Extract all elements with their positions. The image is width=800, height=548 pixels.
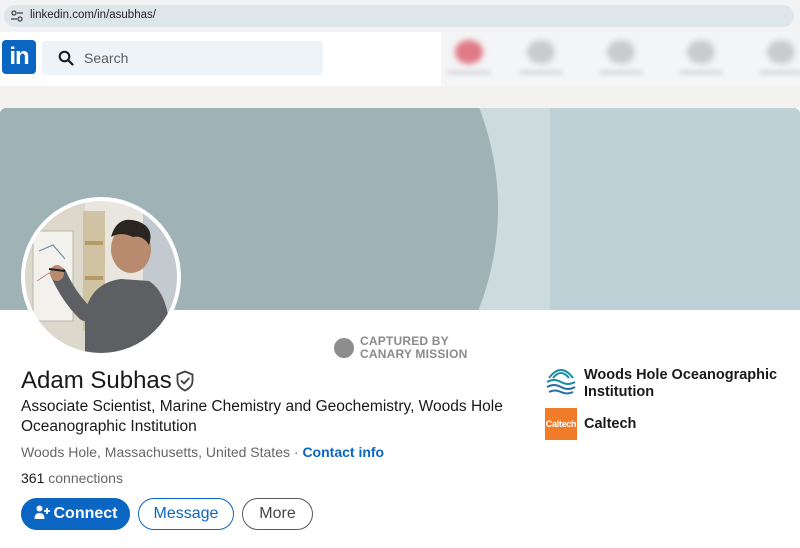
blurred-nav-icon	[687, 40, 715, 64]
blurred-nav-icon	[767, 40, 795, 64]
contact-info-link[interactable]: Contact info	[302, 444, 384, 460]
org-name: Woods Hole Oceanographic Institution	[584, 367, 778, 400]
search-placeholder: Search	[84, 50, 129, 66]
connect-button[interactable]: Connect	[21, 498, 130, 530]
search-icon	[58, 50, 74, 66]
linkedin-logo[interactable]: in	[2, 40, 36, 74]
page-background	[0, 86, 800, 108]
blurred-nav-icon	[527, 40, 555, 64]
blurred-nav-icon	[607, 40, 635, 64]
separator: ·	[289, 444, 303, 460]
watermark-text: CAPTURED BY CANARY MISSION	[360, 335, 467, 361]
message-button[interactable]: Message	[138, 498, 234, 530]
top-navigation: in Search	[0, 32, 800, 86]
verified-shield-icon[interactable]	[175, 370, 195, 392]
profile-photo[interactable]	[21, 197, 181, 357]
connections-number: 361	[21, 470, 45, 486]
blurred-nav-label	[679, 70, 723, 75]
blurred-nav-items	[441, 32, 800, 86]
blurred-nav-label	[447, 70, 491, 75]
connections-count[interactable]: 361 connections	[21, 470, 123, 486]
blurred-nav-label	[599, 70, 643, 75]
blurred-nav-label	[759, 70, 800, 75]
blurred-nav-label	[519, 70, 563, 75]
cover-shape	[550, 108, 800, 310]
url-text[interactable]: linkedin.com/in/asubhas/	[30, 9, 156, 21]
connect-label: Connect	[53, 505, 118, 522]
site-settings-icon[interactable]	[10, 9, 24, 23]
connections-label: connections	[44, 470, 123, 486]
profile-location: Woods Hole, Massachusetts, United States	[21, 444, 290, 460]
add-person-icon	[34, 505, 50, 520]
person-photo-illustration	[25, 201, 177, 353]
profile-headline: Associate Scientist, Marine Chemistry an…	[21, 398, 503, 435]
canary-bird-icon	[334, 338, 354, 358]
watermark-line2: CANARY MISSION	[360, 347, 468, 361]
location-row: Woods Hole, Massachusetts, United States…	[21, 444, 384, 460]
org-name: Caltech	[584, 416, 637, 432]
avatar	[25, 201, 177, 353]
caltech-logo-icon: Caltech	[545, 408, 577, 440]
browser-address-bar: linkedin.com/in/asubhas/	[0, 0, 800, 32]
more-button[interactable]: More	[242, 498, 313, 530]
whoi-logo-icon	[545, 364, 577, 396]
search-input[interactable]: Search	[42, 41, 323, 75]
blurred-nav-icon	[455, 40, 483, 64]
profile-name: Adam Subhas	[21, 367, 172, 394]
